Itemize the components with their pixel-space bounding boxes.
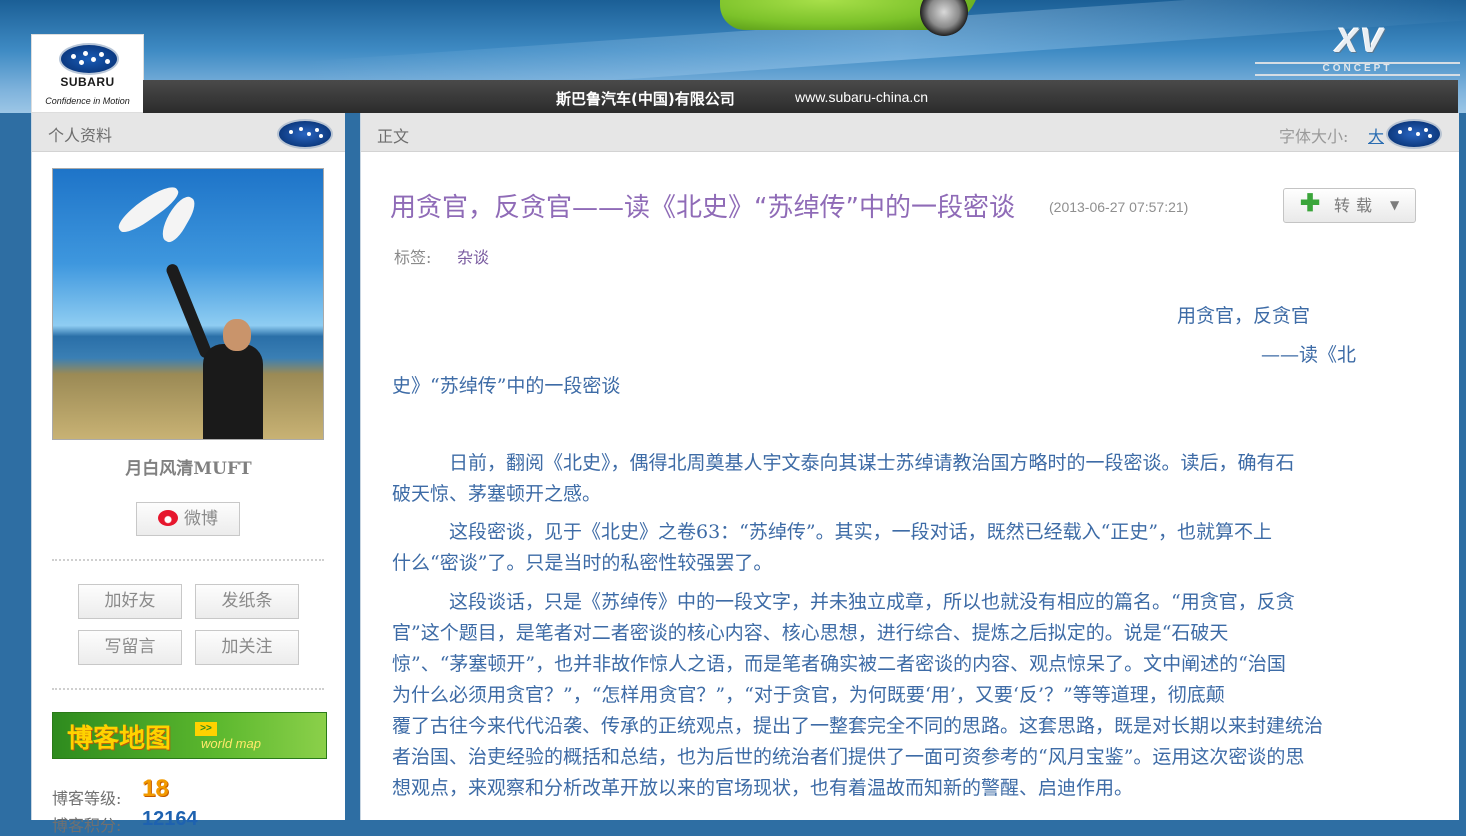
blog-level-value: 18 (142, 775, 169, 802)
paragraph-line: 为什么必须用贪官？”，“怎样用贪官？”，“对于贪官，为何既要‘用’，又要‘反’？… (392, 684, 1225, 706)
username[interactable]: 月白风清MUFT (32, 454, 345, 479)
main-area: 正文 字体大小: 大 用贪官，反贪官——读《北史》“苏绰传”中的一段密谈 (20… (345, 113, 1459, 820)
blog-map-banner[interactable]: 博客地图 >> world map (52, 712, 327, 759)
company-url[interactable]: www.subaru-china.cn (795, 89, 928, 105)
paragraph-line: 什么“密谈”了。只是当时的私密性较强罢了。 (392, 552, 773, 574)
blog-map-arrow: >> (195, 722, 217, 736)
paragraph-line: 破天惊、茅塞顿开之感。 (392, 483, 602, 505)
font-size-label: 字体大小: (1279, 127, 1349, 146)
paragraph-line: 者治国、治吏经验的概括和总结，也为后世的统治者们提供了一面可资参考的“风月宝鉴”… (392, 746, 1305, 768)
brand-tagline: Confidence in Motion (45, 96, 130, 106)
subaru-badge-icon (277, 119, 333, 149)
paragraph-line: 日前，翻阅《北史》，偶得北周奠基人宇文泰向其谋士苏绰请教治国方略时的一段密谈。读… (392, 452, 1295, 474)
divider (52, 559, 324, 561)
blog-map-title: 博客地图 (67, 724, 172, 754)
paragraph-line: 这段密谈，见于《北史》之卷63：“苏绰传”。其实，一段对话，既然已经载入“正史”… (392, 521, 1273, 543)
paragraph-line: 这段谈话，只是《苏绰传》中的一段文字，并未独立成章，所以也就没有相应的篇名。“用… (392, 591, 1295, 613)
weibo-button[interactable]: 微博 (136, 502, 240, 536)
blog-points-label: 博客积分: (52, 816, 122, 835)
subaru-logo[interactable]: SUBARU Confidence in Motion (31, 34, 144, 113)
leave-message-button[interactable]: 写留言 (78, 630, 182, 665)
add-friend-button[interactable]: 加好友 (78, 584, 182, 619)
raised-arm (164, 262, 214, 360)
article-heading-line1: 用贪官，反贪官 (1177, 305, 1311, 327)
chevron-down-icon: ▼ (1390, 198, 1400, 212)
profile-panel-header: 个人资料 (32, 113, 345, 152)
send-note-button[interactable]: 发纸条 (195, 584, 299, 619)
blog-level-label: 博客等级: (52, 789, 122, 808)
paragraph-line: 惊”、“茅塞顿开”，也并非故作惊人之语，而是笔者确实被二者密谈的内容、观点惊呆了… (392, 653, 1286, 675)
person-figure (203, 344, 263, 439)
paragraph-line: 覆了古往今来代代沿袭、传承的正统观点，提出了一整套完全不同的思路。这套思路，既是… (392, 715, 1324, 737)
model-badge-sub: CONCEPT (1255, 62, 1460, 76)
company-bar: 斯巴鲁汽车(中国)有限公司 www.subaru-china.cn (143, 80, 1458, 113)
divider (52, 688, 324, 690)
blog-map-subtitle: world map (201, 736, 261, 751)
tags-label: 标签: (394, 248, 432, 267)
article-timestamp: (2013-06-27 07:57:21) (1049, 199, 1189, 215)
avatar[interactable] (52, 168, 324, 440)
article-heading-line2: ——读《北 (1261, 344, 1357, 366)
font-size-large-link[interactable]: 大 (1368, 123, 1384, 147)
repost-label: 转载 (1334, 196, 1379, 215)
xv-concept-badge: XV CONCEPT (1255, 22, 1460, 76)
plus-icon: ✚ (1300, 190, 1321, 217)
car-image (720, 0, 980, 36)
profile-sidebar: 个人资料 月白风清MUFT 微博 加好友 发纸条 写留言 加关注 博客地图 >>… (31, 113, 346, 835)
paragraph-line: 想观点，来观察和分析改革开放以来的官场现状，也有着温故而知新的警醒、启迪作用。 (392, 777, 1134, 799)
article-panel: 正文 字体大小: 大 用贪官，反贪官——读《北史》“苏绰传”中的一段密谈 (20… (360, 113, 1459, 820)
weibo-icon (158, 510, 178, 526)
person-head (223, 319, 251, 351)
subaru-stars-icon (59, 43, 119, 75)
article-panel-header: 正文 字体大小: 大 (361, 113, 1459, 152)
article-heading-line3: 史》“苏绰传”中的一段密谈 (392, 375, 621, 397)
tag-link[interactable]: 杂谈 (457, 244, 489, 268)
article-title: 用贪官，反贪官——读《北史》“苏绰传”中的一段密谈 (390, 193, 1015, 223)
model-badge: XV (1335, 22, 1385, 60)
weibo-label: 微博 (184, 509, 218, 529)
brand-name: SUBARU (60, 75, 115, 89)
profile-panel-title: 个人资料 (48, 126, 113, 145)
header-banner: SUBARU Confidence in Motion XV CONCEPT 斯… (0, 0, 1466, 113)
follow-button[interactable]: 加关注 (195, 630, 299, 665)
paragraph-line: 官”这个题目，是笔者对二者密谈的核心内容、核心思想，进行综合、提炼之后拟定的。说… (392, 622, 1229, 644)
section-label: 正文 (377, 127, 410, 146)
subaru-badge-icon (1386, 119, 1442, 149)
company-name: 斯巴鲁汽车(中国)有限公司 (556, 90, 735, 108)
repost-button[interactable]: ✚ 转载 ▼ (1283, 188, 1416, 223)
